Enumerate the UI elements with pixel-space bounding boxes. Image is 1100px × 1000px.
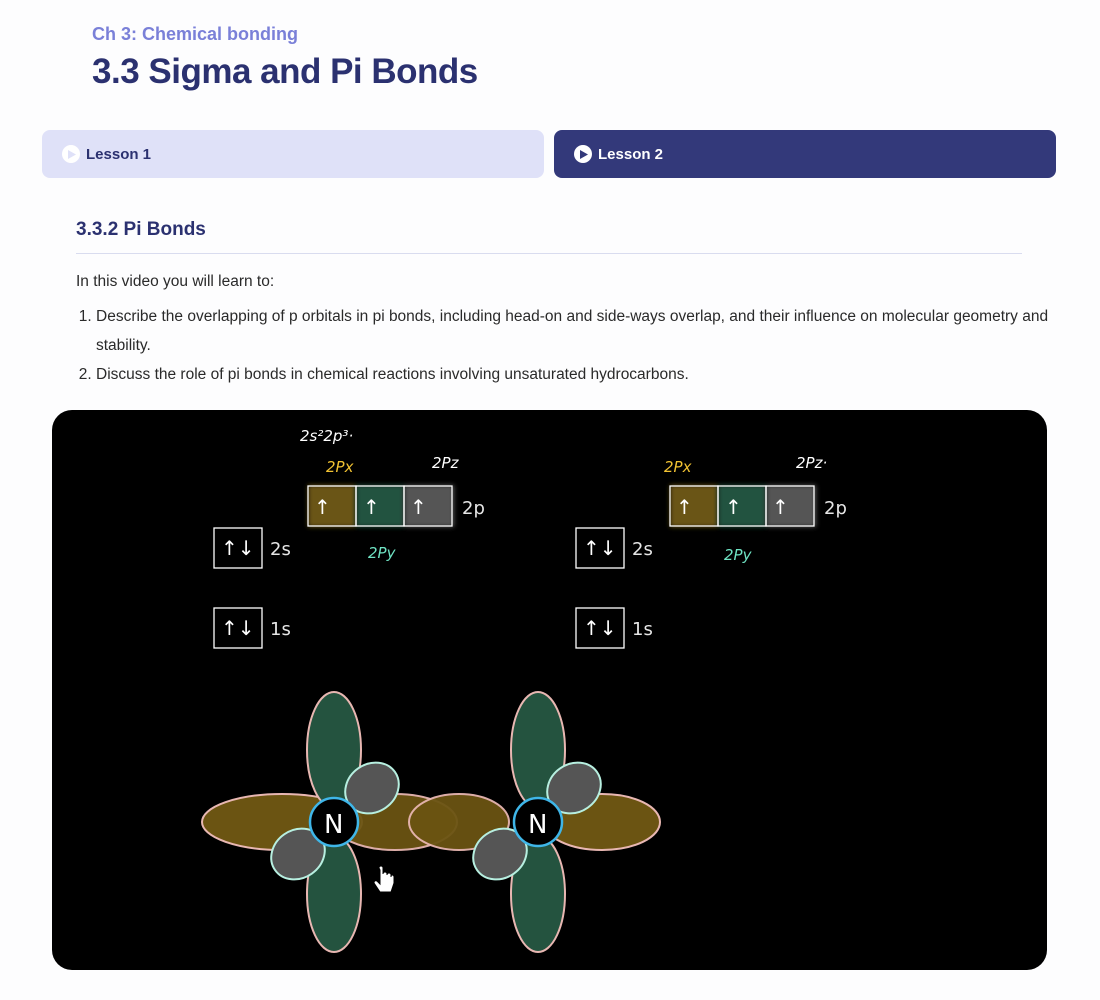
hand-cursor-icon [373, 865, 395, 893]
electron-pair-arrows: ↑↓ [221, 616, 255, 640]
note-2py-left: 2Py [368, 544, 397, 562]
note-2px-right: 2Px [664, 458, 692, 476]
electron-config-note: 2s²2p³· [300, 427, 353, 445]
intro-text: In this video you will learn to: [76, 273, 275, 290]
label-2s-left: 2s [270, 539, 291, 560]
play-icon [574, 145, 592, 163]
section-title: 3.3.2 Pi Bonds [76, 219, 206, 240]
label-1s-right: 1s [632, 619, 653, 640]
electron-arrow: ↑ [725, 495, 742, 519]
nitrogen-orbitals-right: N [408, 691, 661, 953]
lesson-whiteboard: 2s²2p³· 2Px 2Pz ↑ ↑ ↑ 2p 2Py ↑↓ 2s ↑↓ 1s… [201, 427, 847, 953]
tab-lesson-2[interactable]: Lesson 2 [554, 130, 1056, 178]
note-2px-left: 2Px [326, 458, 354, 476]
electron-pair-arrows: ↑↓ [583, 536, 617, 560]
note-2pz-left: 2Pz [432, 454, 460, 472]
label-2s-right: 2s [632, 539, 653, 560]
label-2p-left: 2p [462, 498, 485, 519]
electron-arrow: ↑ [363, 495, 380, 519]
label-1s-left: 1s [270, 619, 291, 640]
electron-arrow: ↑ [314, 495, 331, 519]
objective-item: Discuss the role of pi bonds in chemical… [96, 360, 1056, 389]
note-2py-right: 2Py [724, 546, 753, 564]
video-player[interactable]: 2s²2p³· 2Px 2Pz ↑ ↑ ↑ 2p 2Py ↑↓ 2s ↑↓ 1s… [52, 410, 1047, 970]
electron-arrow: ↑ [410, 495, 427, 519]
note-2pz-right: 2Pz· [796, 454, 827, 472]
objectives-list: Describe the overlapping of p orbitals i… [76, 302, 1056, 389]
chapter-label: Ch 3: Chemical bonding [92, 24, 299, 44]
label-2p-right: 2p [824, 498, 847, 519]
electron-pair-arrows: ↑↓ [221, 536, 255, 560]
electron-pair-arrows: ↑↓ [583, 616, 617, 640]
tab-lesson-2-label: Lesson 2 [598, 145, 664, 163]
tab-lesson-1-label: Lesson 1 [86, 145, 152, 163]
electron-arrow: ↑ [676, 495, 693, 519]
electron-arrow: ↑ [772, 495, 789, 519]
page-title: 3.3 Sigma and Pi Bonds [92, 52, 478, 91]
atom-label-n: N [528, 810, 547, 840]
tab-lesson-1[interactable]: Lesson 1 [42, 130, 544, 178]
atom-label-n: N [324, 810, 343, 840]
objective-item: Describe the overlapping of p orbitals i… [96, 302, 1056, 360]
play-icon [62, 145, 80, 163]
section-divider [76, 253, 1022, 254]
